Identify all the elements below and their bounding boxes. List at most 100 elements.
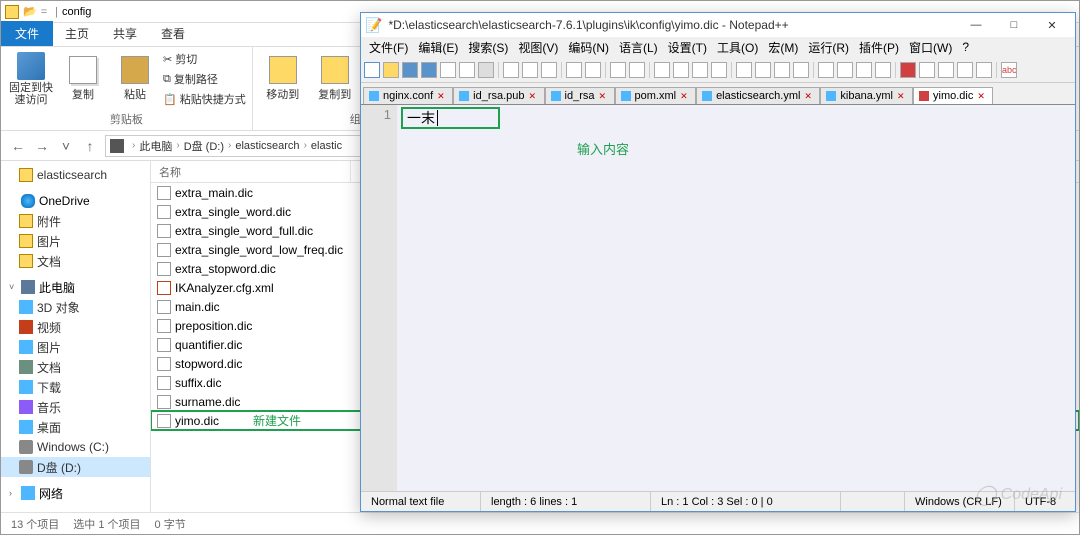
tool-cut-icon[interactable] — [503, 62, 519, 78]
crumb-this-pc[interactable]: 此电脑 — [139, 138, 172, 154]
crumb-elasticsearch[interactable]: elasticsearch — [235, 140, 299, 152]
minimize-button[interactable]: — — [957, 13, 995, 37]
tool-play-icon[interactable] — [938, 62, 954, 78]
paste-shortcut-button[interactable]: 📋 粘贴快捷方式 — [163, 90, 246, 108]
tab-nginx-conf[interactable]: nginx.conf✕ — [363, 87, 453, 104]
file-tab[interactable]: 文件 — [1, 21, 53, 46]
tab-view[interactable]: 查看 — [149, 21, 197, 46]
tree-item-downloads[interactable]: 下载 — [1, 377, 150, 397]
menu-window[interactable]: 窗口(W) — [905, 38, 956, 57]
copy-button[interactable]: 复制 — [59, 49, 107, 109]
tool-func-list-icon[interactable] — [837, 62, 853, 78]
tool-save-icon[interactable] — [402, 62, 418, 78]
menu-file[interactable]: 文件(F) — [365, 38, 412, 57]
menu-settings[interactable]: 设置(T) — [664, 38, 711, 57]
tab-id-rsa[interactable]: id_rsa✕ — [545, 87, 615, 104]
close-icon[interactable]: ✕ — [529, 91, 539, 101]
tool-open-icon[interactable] — [383, 62, 399, 78]
maximize-button[interactable]: □ — [995, 13, 1033, 37]
tool-paste-icon[interactable] — [541, 62, 557, 78]
tool-stop-icon[interactable] — [919, 62, 935, 78]
close-icon[interactable]: ✕ — [977, 91, 987, 101]
tree-item-d-drive[interactable]: D盘 (D:) — [1, 457, 150, 477]
tree-item-network[interactable]: ›网络 — [1, 483, 150, 503]
menu-view[interactable]: 视图(V) — [514, 38, 562, 57]
close-button[interactable]: ✕ — [1033, 13, 1071, 37]
tool-close-all-icon[interactable] — [459, 62, 475, 78]
tool-doc-map-icon[interactable] — [818, 62, 834, 78]
tree-item-3d-objects[interactable]: 3D 对象 — [1, 297, 150, 317]
tree-item-pictures2[interactable]: 图片 — [1, 337, 150, 357]
tool-zoom-out-icon[interactable] — [673, 62, 689, 78]
npp-editor[interactable]: 1 一末 输入内容 — [361, 105, 1075, 491]
paste-button[interactable]: 粘贴 — [111, 49, 159, 109]
tree-item-desktop[interactable]: 桌面 — [1, 417, 150, 437]
tool-redo-icon[interactable] — [585, 62, 601, 78]
menu-plugins[interactable]: 插件(P) — [855, 38, 903, 57]
tool-new-icon[interactable] — [364, 62, 380, 78]
nav-recent-button[interactable]: ˅ — [57, 137, 75, 155]
menu-run[interactable]: 运行(R) — [804, 38, 853, 57]
copy-to-button[interactable]: 复制到 — [311, 49, 359, 109]
tool-sync-v-icon[interactable] — [692, 62, 708, 78]
tree-item-this-pc[interactable]: ˅此电脑 — [1, 277, 150, 297]
tool-replace-icon[interactable] — [629, 62, 645, 78]
menu-search[interactable]: 搜索(S) — [464, 38, 512, 57]
tool-find-icon[interactable] — [610, 62, 626, 78]
move-to-button[interactable]: 移动到 — [259, 49, 307, 109]
close-icon[interactable]: ✕ — [897, 91, 907, 101]
nav-back-button[interactable]: ← — [9, 137, 27, 155]
tab-home[interactable]: 主页 — [53, 21, 101, 46]
menu-language[interactable]: 语言(L) — [615, 38, 662, 57]
menu-macro[interactable]: 宏(M) — [764, 38, 802, 57]
tab-yimo-dic[interactable]: yimo.dic✕ — [913, 87, 993, 104]
tree-item-pictures[interactable]: 图片 — [1, 231, 150, 251]
npp-titlebar[interactable]: 📝 *D:\elasticsearch\elasticsearch-7.6.1\… — [361, 13, 1075, 37]
menu-encoding[interactable]: 编码(N) — [564, 38, 613, 57]
tree-item-documents2[interactable]: 文档 — [1, 357, 150, 377]
tab-share[interactable]: 共享 — [101, 21, 149, 46]
menu-tools[interactable]: 工具(O) — [713, 38, 762, 57]
tool-spellcheck-icon[interactable]: abc — [1001, 62, 1017, 78]
column-name[interactable]: 名称 — [151, 161, 351, 182]
crumb-elastic[interactable]: elastic — [311, 140, 342, 152]
tool-record-icon[interactable] — [900, 62, 916, 78]
tool-folder-icon[interactable] — [856, 62, 872, 78]
crumb-d-drive[interactable]: D盘 (D:) — [184, 138, 224, 154]
nav-up-button[interactable]: ↑ — [81, 137, 99, 155]
tree-item-windows-c[interactable]: Windows (C:) — [1, 437, 150, 457]
tool-indent-icon[interactable] — [774, 62, 790, 78]
tool-undo-icon[interactable] — [566, 62, 582, 78]
tool-sync-h-icon[interactable] — [711, 62, 727, 78]
tool-monitor-icon[interactable] — [875, 62, 891, 78]
tool-copy-icon[interactable] — [522, 62, 538, 78]
close-icon[interactable]: ✕ — [599, 91, 609, 101]
tree-item-elasticsearch[interactable]: elasticsearch — [1, 165, 150, 185]
tool-playn-icon[interactable] — [957, 62, 973, 78]
tool-lang-icon[interactable] — [793, 62, 809, 78]
tool-print-icon[interactable] — [478, 62, 494, 78]
tab-elasticsearch-yml[interactable]: elasticsearch.yml✕ — [696, 87, 820, 104]
tab-kibana-yml[interactable]: kibana.yml✕ — [820, 87, 913, 104]
menu-edit[interactable]: 编辑(E) — [414, 38, 462, 57]
tool-chars-icon[interactable] — [755, 62, 771, 78]
tool-wrap-icon[interactable] — [736, 62, 752, 78]
cut-button[interactable]: ✂ 剪切 — [163, 50, 246, 68]
close-icon[interactable]: ✕ — [680, 91, 690, 101]
tree-item-onedrive[interactable]: OneDrive — [1, 191, 150, 211]
tree-item-music[interactable]: 音乐 — [1, 397, 150, 417]
close-icon[interactable]: ✕ — [437, 91, 447, 101]
tool-save-all-icon[interactable] — [421, 62, 437, 78]
tab-pom-xml[interactable]: pom.xml✕ — [615, 87, 697, 104]
tree-item-documents[interactable]: 文档 — [1, 251, 150, 271]
tool-zoom-in-icon[interactable] — [654, 62, 670, 78]
tool-save-macro-icon[interactable] — [976, 62, 992, 78]
tree-item-attachments[interactable]: 附件 — [1, 211, 150, 231]
close-icon[interactable]: ✕ — [804, 91, 814, 101]
nav-forward-button[interactable]: → — [33, 137, 51, 155]
tool-close-icon[interactable] — [440, 62, 456, 78]
tree-item-videos[interactable]: 视频 — [1, 317, 150, 337]
editor-text-area[interactable]: 一末 输入内容 — [397, 105, 1075, 491]
tab-id-rsa-pub[interactable]: id_rsa.pub✕ — [453, 87, 544, 104]
pin-button[interactable]: 固定到快速访问 — [7, 49, 55, 109]
